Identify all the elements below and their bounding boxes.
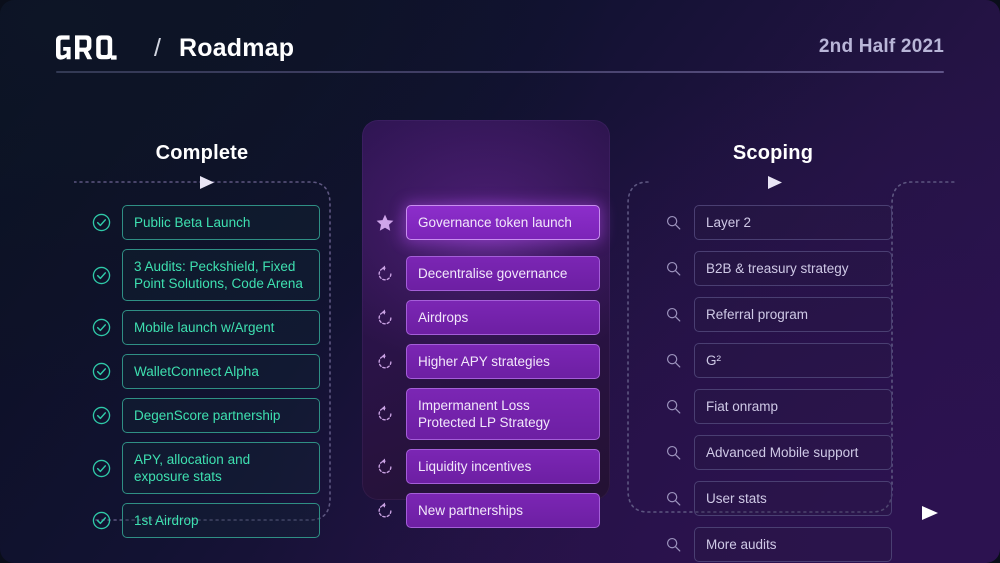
magnifier-icon [662,488,684,510]
list-item[interactable]: Governance token launch [374,205,600,240]
item-card[interactable]: Impermanent Loss Protected LP Strategy [406,388,600,440]
magnifier-icon [662,396,684,418]
list-item[interactable]: Decentralise governance [374,256,600,291]
item-card[interactable]: Higher APY strategies [406,344,600,379]
item-card[interactable]: Advanced Mobile support [694,435,892,470]
list-in-progress: Governance token launch Decentralise gov… [374,205,600,537]
item-card[interactable]: DegenScore partnership [122,398,320,433]
header-divider [56,71,944,73]
refresh-dashed-icon [374,263,396,285]
list-item[interactable]: New partnerships [374,493,600,528]
list-item[interactable]: Referral program [662,297,892,332]
list-item[interactable]: Airdrops [374,300,600,335]
list-item[interactable]: User stats [662,481,892,516]
item-card[interactable]: User stats [694,481,892,516]
header: / Roadmap 2nd Half 2021 [56,26,944,74]
star-icon [374,212,396,234]
item-card[interactable]: 3 Audits: Peckshield, Fixed Point Soluti… [122,249,320,301]
list-item[interactable]: Advanced Mobile support [662,435,892,470]
gro-logo-icon [56,35,134,61]
item-card[interactable]: APY, allocation and exposure stats [122,442,320,494]
refresh-dashed-icon [374,307,396,329]
check-circle-icon [90,317,112,339]
list-item[interactable]: DegenScore partnership [90,398,320,433]
list-item[interactable]: Impermanent Loss Protected LP Strategy [374,388,600,440]
check-circle-icon [90,457,112,479]
check-circle-icon [90,361,112,383]
list-scoping: Layer 2 B2B & treasury strategy Referral… [662,205,892,563]
item-card[interactable]: Mobile launch w/Argent [122,310,320,345]
item-card[interactable]: Referral program [694,297,892,332]
list-item[interactable]: Higher APY strategies [374,344,600,379]
column-title-complete: Complete [82,142,322,165]
brand-row: / Roadmap [56,26,944,70]
magnifier-icon [662,350,684,372]
item-card[interactable]: Public Beta Launch [122,205,320,240]
item-card[interactable]: Decentralise governance [406,256,600,291]
list-item[interactable]: Layer 2 [662,205,892,240]
item-card[interactable]: WalletConnect Alpha [122,354,320,389]
list-item[interactable]: APY, allocation and exposure stats [90,442,320,494]
list-item[interactable]: Liquidity incentives [374,449,600,484]
list-item[interactable]: G² [662,343,892,378]
item-card[interactable]: Liquidity incentives [406,449,600,484]
check-circle-icon [90,405,112,427]
list-item[interactable]: Public Beta Launch [90,205,320,240]
item-card[interactable]: B2B & treasury strategy [694,251,892,286]
item-card[interactable]: New partnerships [406,493,600,528]
list-item[interactable]: B2B & treasury strategy [662,251,892,286]
item-card[interactable]: Layer 2 [694,205,892,240]
magnifier-icon [662,442,684,464]
refresh-dashed-icon [374,500,396,522]
list-item[interactable]: More audits [662,527,892,562]
refresh-dashed-icon [374,403,396,425]
magnifier-icon [662,212,684,234]
magnifier-icon [662,304,684,326]
brand-separator: / [154,36,161,61]
page-title: Roadmap [179,34,294,63]
list-item[interactable]: Mobile launch w/Argent [90,310,320,345]
magnifier-icon [662,258,684,280]
list-item[interactable]: 1st Airdrop [90,503,320,538]
check-circle-icon [90,264,112,286]
check-circle-icon [90,510,112,532]
list-item[interactable]: 3 Audits: Peckshield, Fixed Point Soluti… [90,249,320,301]
refresh-dashed-icon [374,351,396,373]
item-card[interactable]: More audits [694,527,892,562]
item-card-featured[interactable]: Governance token launch [406,205,600,240]
list-item[interactable]: Fiat onramp [662,389,892,424]
item-card[interactable]: 1st Airdrop [122,503,320,538]
list-item[interactable]: WalletConnect Alpha [90,354,320,389]
refresh-dashed-icon [374,456,396,478]
roadmap-page: / Roadmap 2nd Half 2021 Complete In prog… [0,0,1000,563]
period-label: 2nd Half 2021 [819,36,944,58]
item-card[interactable]: G² [694,343,892,378]
list-complete: Public Beta Launch 3 Audits: Peckshield,… [90,205,320,547]
column-title-scoping: Scoping [648,142,898,165]
magnifier-icon [662,534,684,556]
item-card[interactable]: Fiat onramp [694,389,892,424]
item-card[interactable]: Airdrops [406,300,600,335]
check-circle-icon [90,212,112,234]
